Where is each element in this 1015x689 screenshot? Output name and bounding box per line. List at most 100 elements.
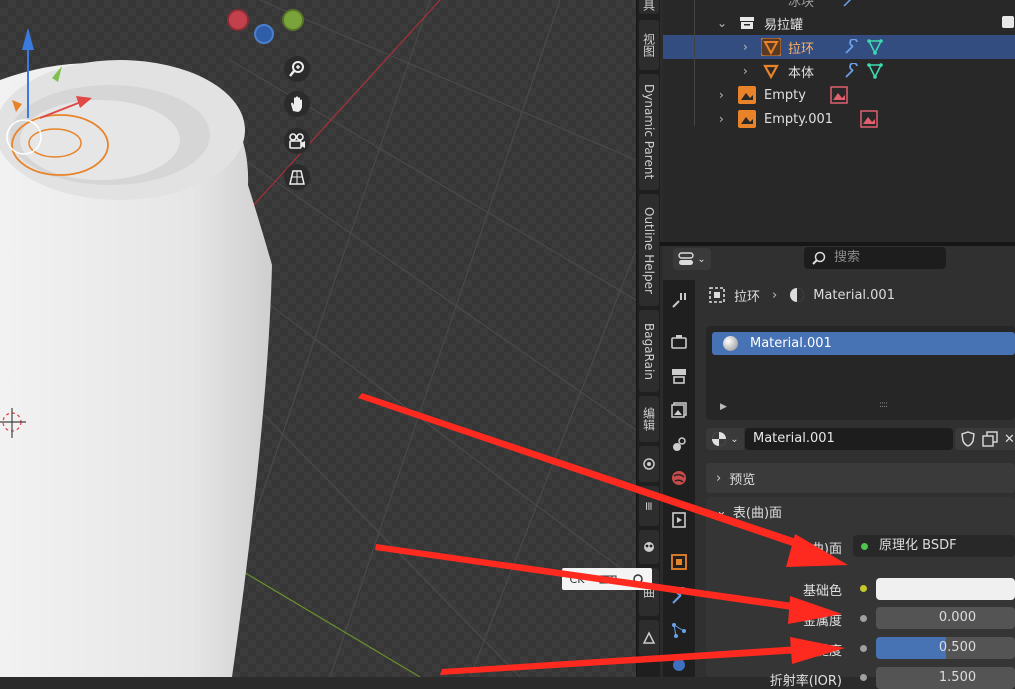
- mesh-data-icon[interactable]: [866, 38, 884, 56]
- gizmo-x-axis-icon[interactable]: [227, 9, 249, 31]
- header-popup[interactable]: CK: [562, 568, 652, 590]
- ior-label: 折射率(IOR): [769, 674, 842, 689]
- outliner-row-body[interactable]: › 本体: [663, 59, 1015, 83]
- modifier-tab-icon[interactable]: [667, 584, 691, 608]
- breadcrumb-material: Material.001: [813, 287, 895, 303]
- object-tab-icon[interactable]: [667, 550, 691, 574]
- outliner-row-pull-tab[interactable]: › 拉环: [663, 35, 1015, 59]
- ior-field[interactable]: 1.500: [876, 667, 1015, 689]
- collection-tab-icon[interactable]: [667, 508, 691, 532]
- surface-panel-header[interactable]: ⌄ 表(曲)面: [706, 497, 1015, 525]
- expand-list-icon[interactable]: ▶: [720, 402, 727, 412]
- tab-dynamic-parent[interactable]: Dynamic Parent: [639, 74, 659, 190]
- mesh-object-icon: [763, 64, 779, 80]
- tab-view[interactable]: 视图: [639, 20, 659, 70]
- properties-search-input[interactable]: 搜索: [804, 247, 946, 269]
- tab-mesh-icon[interactable]: [639, 620, 659, 656]
- tab-edit[interactable]: 编辑: [639, 396, 659, 442]
- pan-hand-icon[interactable]: [284, 91, 310, 117]
- view-layer-tab-icon[interactable]: [667, 398, 691, 422]
- outliner: 冰块 ⌄ 易拉罐 › 拉环 › 本体 › Empty › Empty.001: [663, 0, 1015, 242]
- properties-editor-icon: [678, 252, 694, 265]
- image-data-icon[interactable]: [860, 110, 878, 128]
- tab-settings-icon[interactable]: [639, 446, 659, 482]
- viewport-scene: [0, 0, 636, 677]
- material-slot-label: Material.001: [750, 336, 832, 351]
- browse-material-button[interactable]: ⌄: [706, 428, 744, 450]
- roughness-label: 糙度: [815, 644, 842, 659]
- image-data-icon[interactable]: [830, 86, 848, 104]
- preview-panel-header[interactable]: › 预览: [706, 463, 1015, 493]
- preview-panel-title: 预览: [729, 472, 756, 488]
- link-icon: [633, 574, 644, 584]
- particles-tab-icon[interactable]: [667, 618, 691, 642]
- material-slot-row[interactable]: Material.001: [712, 332, 1015, 355]
- chevron-down-icon: ⌄: [697, 253, 706, 265]
- value-socket-icon[interactable]: [860, 674, 867, 681]
- material-actions: ✕: [955, 428, 1015, 450]
- outliner-row-empty-001[interactable]: › Empty.001: [663, 107, 1015, 131]
- output-tab-icon[interactable]: [667, 364, 691, 388]
- ruler-icon: [599, 575, 617, 584]
- mesh-data-icon[interactable]: [866, 62, 884, 80]
- value-socket-icon[interactable]: [860, 615, 867, 622]
- duplicate-icon[interactable]: [982, 431, 998, 447]
- chevron-down-icon[interactable]: ⌄: [717, 16, 727, 30]
- material-preview-icon: [723, 336, 738, 351]
- world-tab-icon[interactable]: [667, 466, 691, 490]
- outliner-row-can-collection[interactable]: ⌄ 易拉罐: [663, 11, 1015, 35]
- physics-tab-icon[interactable]: [667, 652, 691, 676]
- image-empty-icon: [738, 110, 756, 128]
- base-color-swatch[interactable]: [876, 578, 1015, 600]
- editor-type-dropdown[interactable]: ⌄: [673, 248, 711, 270]
- image-empty-icon: [738, 86, 756, 104]
- chevron-right-icon[interactable]: ›: [719, 88, 724, 102]
- breadcrumb-object: 拉环: [734, 289, 761, 305]
- properties-tab-column: [663, 280, 695, 677]
- roughness-slider[interactable]: 0.500: [876, 637, 1015, 659]
- tab-bagarain[interactable]: BagaRain: [639, 310, 659, 392]
- grid-perspective-icon[interactable]: [284, 164, 310, 190]
- chevron-right-icon: ›: [716, 470, 722, 486]
- chevron-right-icon[interactable]: ›: [743, 40, 748, 54]
- metallic-field[interactable]: 0.000: [876, 607, 1015, 629]
- mesh-object-icon: [761, 38, 781, 56]
- tab-tool[interactable]: 具: [639, 0, 659, 14]
- material-sphere-icon: [790, 288, 805, 302]
- scene-tab-icon[interactable]: [667, 432, 691, 456]
- material-name-field[interactable]: Material.001: [745, 428, 953, 450]
- checkbox-icon[interactable]: [1002, 16, 1014, 28]
- gizmo-y-axis-icon[interactable]: [282, 9, 304, 31]
- object-icon: [709, 287, 725, 303]
- surface-shader-label: 表(曲)面: [792, 542, 842, 557]
- tool-tab-icon[interactable]: [667, 288, 691, 312]
- tab-misc[interactable]: ≡: [639, 486, 659, 526]
- collection-icon: [740, 17, 754, 29]
- tab-addon-icon[interactable]: [639, 530, 659, 564]
- chevron-right-icon[interactable]: ›: [719, 112, 724, 126]
- render-tab-icon[interactable]: [667, 330, 691, 354]
- zoom-icon[interactable]: [284, 56, 310, 82]
- chevron-down-icon: ⌄: [716, 503, 727, 519]
- material-sphere-icon: [712, 432, 727, 446]
- surface-shader-field[interactable]: 原理化 BSDF: [853, 535, 1015, 557]
- value-socket-icon[interactable]: [860, 645, 867, 652]
- modifier-wrench-icon[interactable]: [843, 63, 859, 79]
- chevron-right-icon[interactable]: ›: [743, 64, 748, 78]
- search-placeholder: 搜索: [834, 250, 861, 265]
- search-icon: [812, 251, 826, 265]
- breadcrumb: 拉环 › Material.001: [708, 284, 895, 306]
- color-socket-icon[interactable]: [860, 585, 867, 592]
- outliner-row-empty[interactable]: › Empty: [663, 83, 1015, 107]
- chevron-down-icon: ⌄: [730, 433, 739, 445]
- camera-view-icon[interactable]: [284, 128, 310, 154]
- tab-outline-helper[interactable]: Outline Helper: [639, 194, 659, 306]
- fake-user-shield-icon[interactable]: [960, 431, 976, 447]
- gizmo-z-axis-icon[interactable]: [254, 24, 274, 44]
- 3d-viewport[interactable]: [0, 0, 636, 677]
- close-icon[interactable]: ✕: [1004, 432, 1015, 447]
- resize-grip-icon[interactable]: ::::: [879, 400, 888, 410]
- modifier-wrench-icon[interactable]: [843, 39, 859, 55]
- metallic-label: 金属度: [802, 614, 842, 629]
- base-color-label: 基础色: [802, 584, 842, 599]
